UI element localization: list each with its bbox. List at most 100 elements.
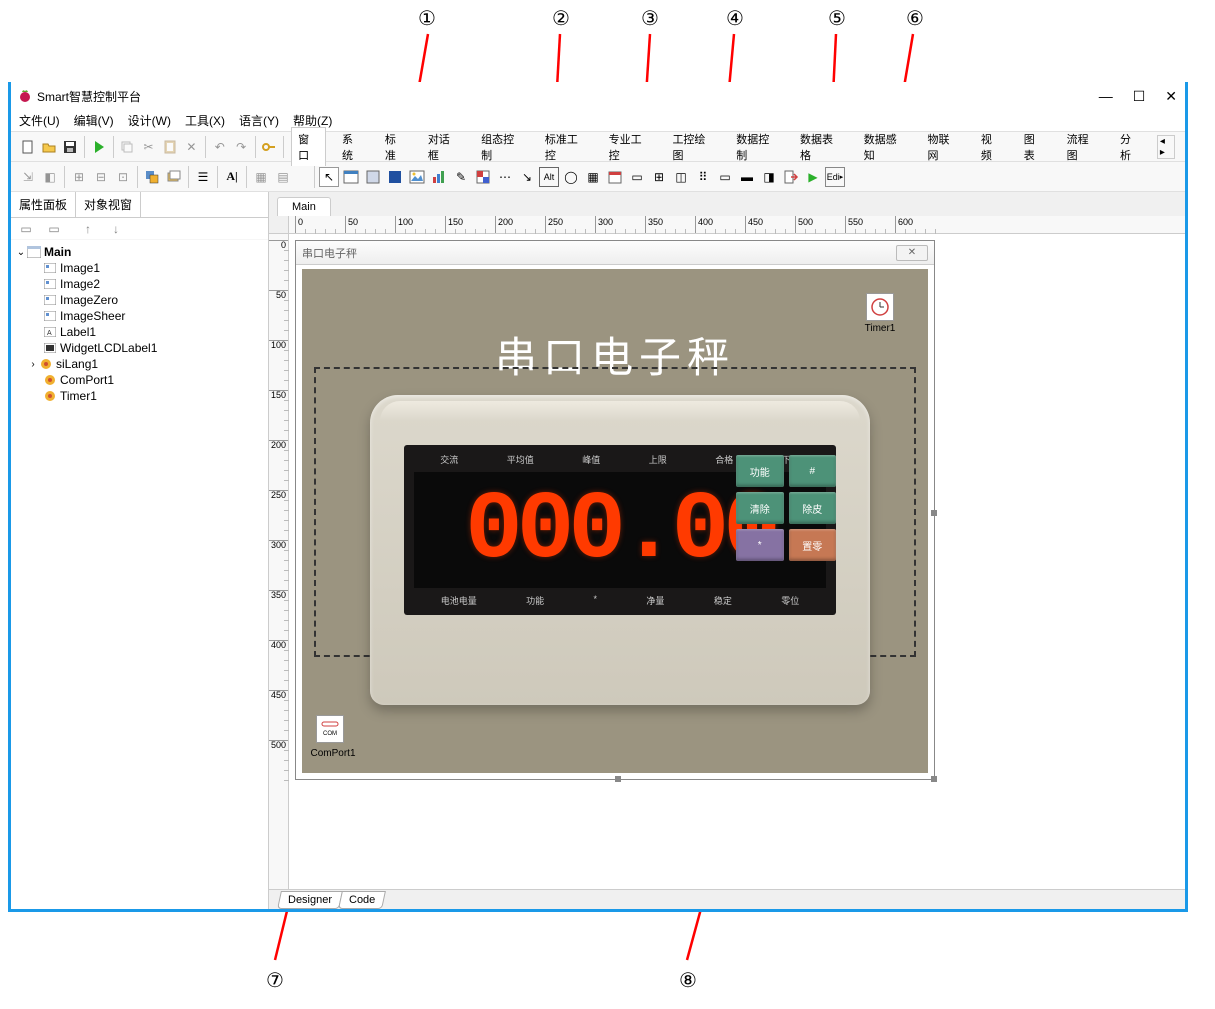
comp-dock-icon[interactable]: ◨ [759, 167, 779, 187]
scale-key-除皮[interactable]: 除皮 [789, 492, 837, 524]
tree-item[interactable]: ImageSheer [43, 308, 264, 324]
tab-drawing[interactable]: 工控绘图 [666, 128, 720, 166]
tab-designer[interactable]: Designer [277, 891, 343, 909]
scale-key-功能[interactable]: 功能 [736, 455, 784, 487]
tree-item[interactable]: ComPort1 [43, 372, 264, 388]
text-icon[interactable]: A| [222, 167, 242, 187]
menu-design[interactable]: 设计(W) [128, 112, 171, 129]
tab-pro-industrial[interactable]: 专业工控 [603, 128, 657, 166]
scale-key-置零[interactable]: 置零 [789, 529, 837, 561]
timer-component[interactable] [866, 293, 894, 321]
tab-dialog[interactable]: 对话框 [422, 128, 465, 166]
comp-frame-icon[interactable] [385, 167, 405, 187]
comp-image-icon[interactable] [407, 167, 427, 187]
tree-item[interactable]: Timer1 [43, 388, 264, 404]
menu-file[interactable]: 文件(U) [19, 112, 60, 129]
comp-circle-icon[interactable]: ◯ [561, 167, 581, 187]
comp-arrow-icon[interactable]: ↘ [517, 167, 537, 187]
layout3-icon[interactable]: ⊡ [113, 167, 133, 187]
comp-tab-icon[interactable]: ▭ [715, 167, 735, 187]
comp-form-icon[interactable] [341, 167, 361, 187]
save-icon[interactable] [61, 137, 80, 157]
remove-icon[interactable]: ▭ [44, 219, 64, 239]
comp-alt-icon[interactable]: Alt [539, 167, 559, 187]
comp-layout-icon[interactable]: ▦ [583, 167, 603, 187]
grid1-icon[interactable]: ▦ [251, 167, 271, 187]
tree-item[interactable]: Image2 [43, 276, 264, 292]
comp-panel-icon[interactable] [363, 167, 383, 187]
tree-item[interactable]: Image1 [43, 260, 264, 276]
tab-system[interactable]: 系统 [336, 128, 369, 166]
run-icon[interactable] [89, 137, 108, 157]
menu-edit[interactable]: 编辑(V) [74, 112, 114, 129]
tabs-scroll[interactable]: ◂ ▸ [1157, 135, 1175, 159]
form-close-icon[interactable]: ✕ [896, 245, 928, 261]
tree-item[interactable]: ImageZero [43, 292, 264, 308]
comp-dots-icon[interactable]: ⠿ [693, 167, 713, 187]
key-icon[interactable] [260, 137, 279, 157]
tab-chart[interactable]: 图表 [1018, 128, 1051, 166]
grid2-icon[interactable]: ▤ [273, 167, 293, 187]
tab-std-industrial[interactable]: 标准工控 [539, 128, 593, 166]
layout2-icon[interactable]: ⊟ [91, 167, 111, 187]
tab-analysis[interactable]: 分析 [1114, 128, 1147, 166]
paste-icon[interactable] [160, 137, 179, 157]
comp-tree-icon[interactable]: ⊞ [649, 167, 669, 187]
comport-component[interactable]: COM [316, 715, 344, 743]
canvas-viewport[interactable]: 050100150200250300350400450500550600 050… [269, 216, 1185, 909]
maximize-button[interactable]: ☐ [1133, 88, 1146, 105]
scale-key-#[interactable]: # [789, 455, 837, 487]
delete-icon[interactable]: ✕ [182, 137, 201, 157]
design-canvas[interactable]: 串口电子秤 ✕ 串口电子秤 交流平均值峰值上限合格下限 [295, 240, 935, 780]
comp-dash-icon[interactable]: ⋯ [495, 167, 515, 187]
comp-color-icon[interactable] [473, 167, 493, 187]
add-icon[interactable]: ▭ [16, 219, 36, 239]
tab-window[interactable]: 窗口 [291, 127, 326, 166]
group-icon[interactable]: ◧ [40, 167, 60, 187]
comp-container-icon[interactable]: ▭ [627, 167, 647, 187]
tree-item[interactable]: ›siLang1 [27, 356, 264, 372]
tree-root[interactable]: ⌄ Main [15, 244, 264, 260]
layout1-icon[interactable]: ⊞ [69, 167, 89, 187]
comp-chart-icon[interactable] [429, 167, 449, 187]
scale-device-image[interactable]: 交流平均值峰值上限合格下限 000.00 电池电量功能*净量稳定零位 功能#清除… [370, 395, 870, 705]
tab-data-aware[interactable]: 数据感知 [858, 128, 912, 166]
tab-iot[interactable]: 物联网 [922, 128, 965, 166]
comp-split-icon[interactable]: ◫ [671, 167, 691, 187]
pointer-icon[interactable]: ↖ [319, 167, 339, 187]
tree-item[interactable]: WidgetLCDLabel1 [43, 340, 264, 356]
tab-property-panel[interactable]: 属性面板 [11, 192, 76, 217]
undo-icon[interactable]: ↶ [210, 137, 229, 157]
tab-object-view[interactable]: 对象视窗 [76, 192, 141, 217]
down-icon[interactable]: ↓ [106, 219, 126, 239]
tab-data-grid[interactable]: 数据表格 [794, 128, 848, 166]
minimize-button[interactable]: — [1099, 88, 1113, 105]
scale-key-清除[interactable]: 清除 [736, 492, 784, 524]
tab-video[interactable]: 视频 [975, 128, 1008, 166]
tab-code[interactable]: Code [338, 891, 386, 909]
menu-tools[interactable]: 工具(X) [185, 112, 225, 129]
open-icon[interactable] [39, 137, 58, 157]
comp-calendar-icon[interactable] [605, 167, 625, 187]
tab-config[interactable]: 组态控制 [475, 128, 529, 166]
comp-edit-icon[interactable]: Edi▸ [825, 167, 845, 187]
order-icon[interactable] [142, 167, 162, 187]
comp-exit-icon[interactable] [781, 167, 801, 187]
new-icon[interactable] [18, 137, 37, 157]
menu-language[interactable]: 语言(Y) [239, 112, 279, 129]
comp-play-icon[interactable]: ▶ [803, 167, 823, 187]
form-main[interactable]: 串口电子秤 ✕ 串口电子秤 交流平均值峰值上限合格下限 [295, 240, 935, 780]
design-tab-main[interactable]: Main [277, 197, 331, 216]
comp-style-icon[interactable]: ✎ [451, 167, 471, 187]
copy-icon[interactable] [118, 137, 137, 157]
comp-bar-icon[interactable]: ▬ [737, 167, 757, 187]
tab-flowchart[interactable]: 流程图 [1061, 128, 1104, 166]
close-button[interactable]: ✕ [1165, 88, 1177, 105]
layers-icon[interactable] [164, 167, 184, 187]
scale-key-*[interactable]: * [736, 529, 784, 561]
background-image[interactable]: 串口电子秤 交流平均值峰值上限合格下限 000.00 [302, 269, 928, 773]
align-icon[interactable]: ⇲ [18, 167, 38, 187]
list-icon[interactable]: ☰ [193, 167, 213, 187]
tab-data-ctrl[interactable]: 数据控制 [730, 128, 784, 166]
tab-standard[interactable]: 标准 [379, 128, 412, 166]
